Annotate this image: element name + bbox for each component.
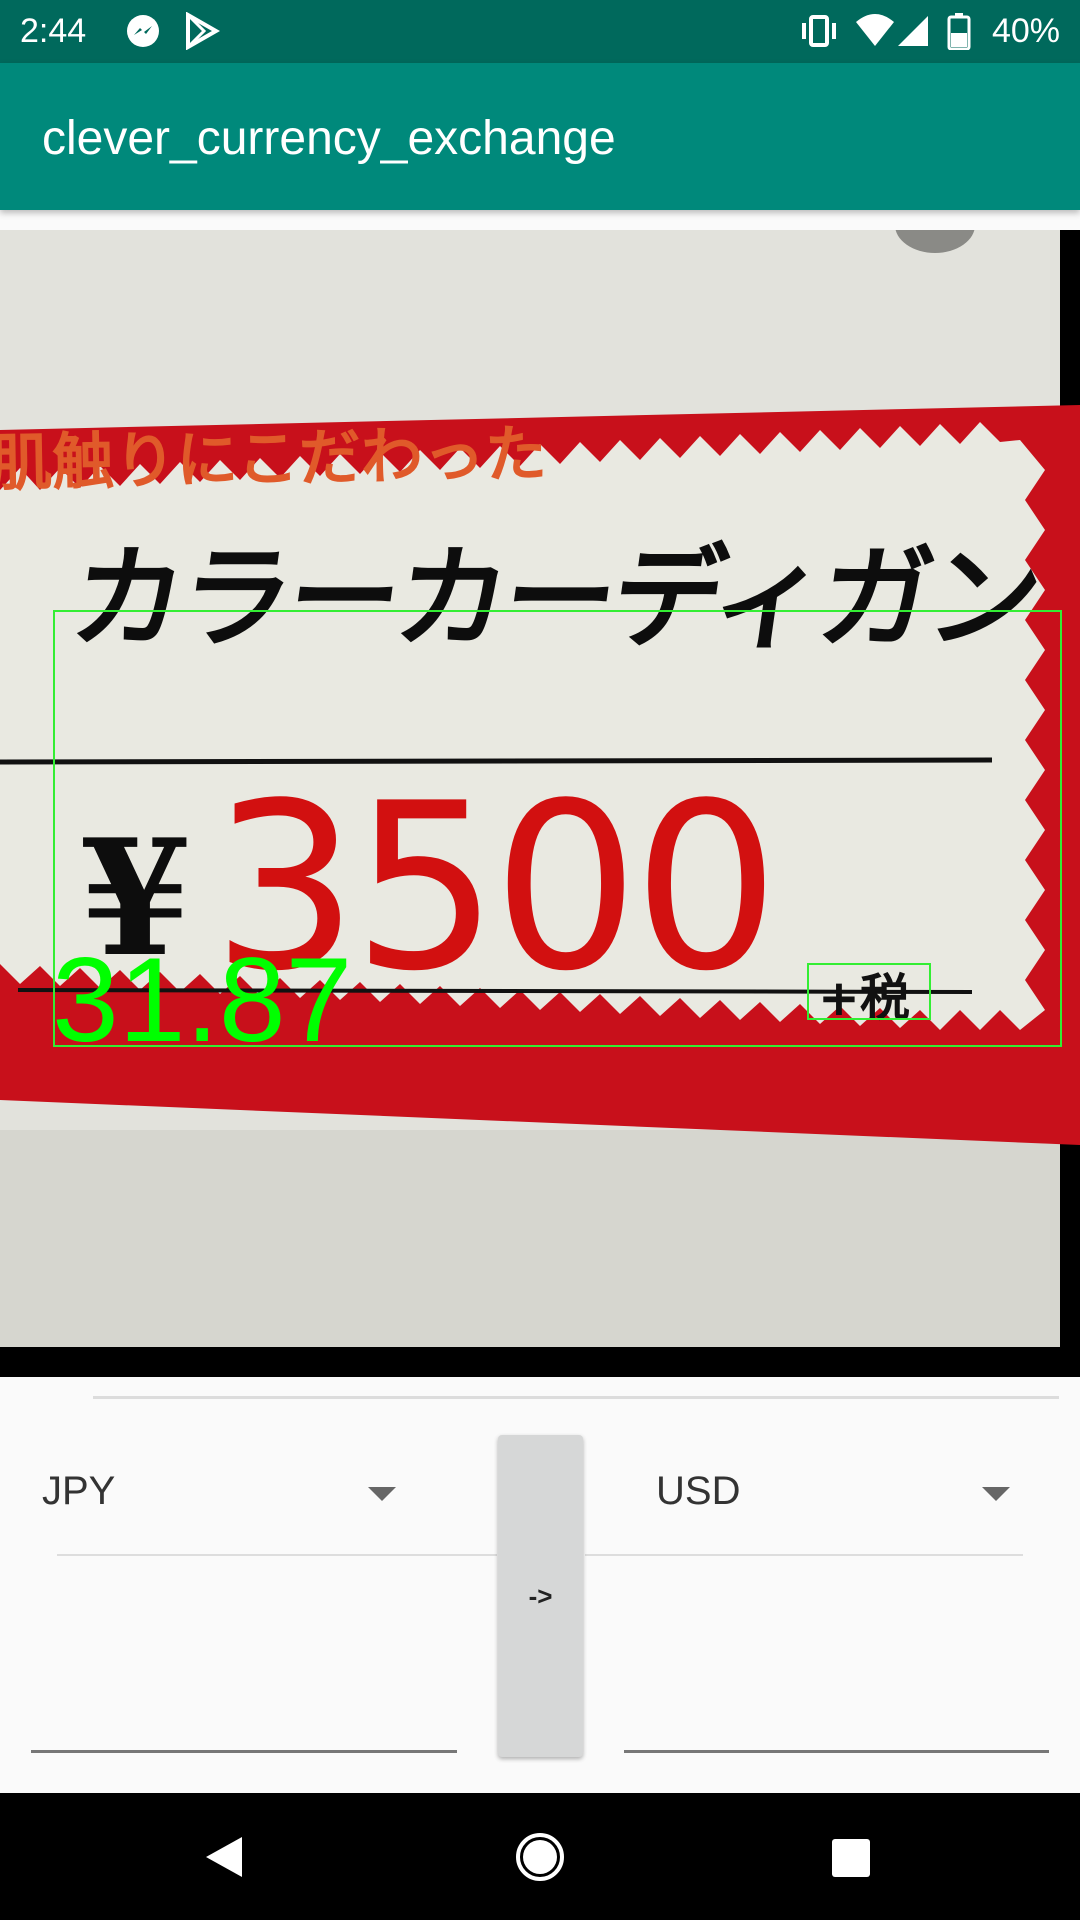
converter-panel: JPY USD -> bbox=[0, 1377, 1080, 1793]
divider bbox=[93, 1396, 1059, 1399]
battery-percentage: 40% bbox=[991, 12, 1060, 50]
chevron-down-icon bbox=[368, 1487, 396, 1501]
from-spinner-underline bbox=[57, 1554, 497, 1556]
navigation-bar bbox=[0, 1793, 1080, 1920]
to-spinner-underline bbox=[585, 1554, 1023, 1556]
camera-preview[interactable]: 肌触りにこだわった カラーカーディガン ¥ 3500 +税 31.87 bbox=[0, 230, 1080, 1377]
recents-icon[interactable] bbox=[830, 1837, 872, 1879]
play-store-icon bbox=[186, 12, 220, 50]
wifi-icon bbox=[856, 14, 894, 46]
from-amount-input[interactable] bbox=[31, 1677, 457, 1747]
from-currency-spinner[interactable]: JPY bbox=[42, 1457, 412, 1537]
from-currency-label: JPY bbox=[42, 1469, 116, 1513]
messenger-icon bbox=[127, 15, 159, 47]
vibrate-icon bbox=[802, 15, 836, 47]
to-amount-input[interactable] bbox=[624, 1677, 1049, 1747]
convert-button[interactable]: -> bbox=[498, 1435, 583, 1757]
from-input-underline bbox=[31, 1750, 457, 1753]
back-icon[interactable] bbox=[202, 1834, 246, 1880]
app-bar: clever_currency_exchange bbox=[0, 63, 1080, 210]
to-input-underline bbox=[624, 1750, 1049, 1753]
status-bar: 2:44 40% bbox=[0, 0, 1080, 63]
signal-icon bbox=[898, 16, 928, 46]
battery-icon bbox=[947, 13, 971, 50]
to-currency-label: USD bbox=[656, 1469, 741, 1513]
home-icon[interactable] bbox=[514, 1831, 566, 1883]
status-time: 2:44 bbox=[20, 12, 87, 50]
to-currency-spinner[interactable]: USD bbox=[656, 1457, 1026, 1537]
sign-subtitle: 肌触りにこだわった bbox=[0, 417, 548, 500]
detected-tax-box bbox=[807, 963, 931, 1020]
chevron-down-icon bbox=[982, 1487, 1010, 1501]
app-title: clever_currency_exchange bbox=[42, 112, 616, 165]
converted-amount-overlay: 31.87 bbox=[52, 933, 353, 1067]
